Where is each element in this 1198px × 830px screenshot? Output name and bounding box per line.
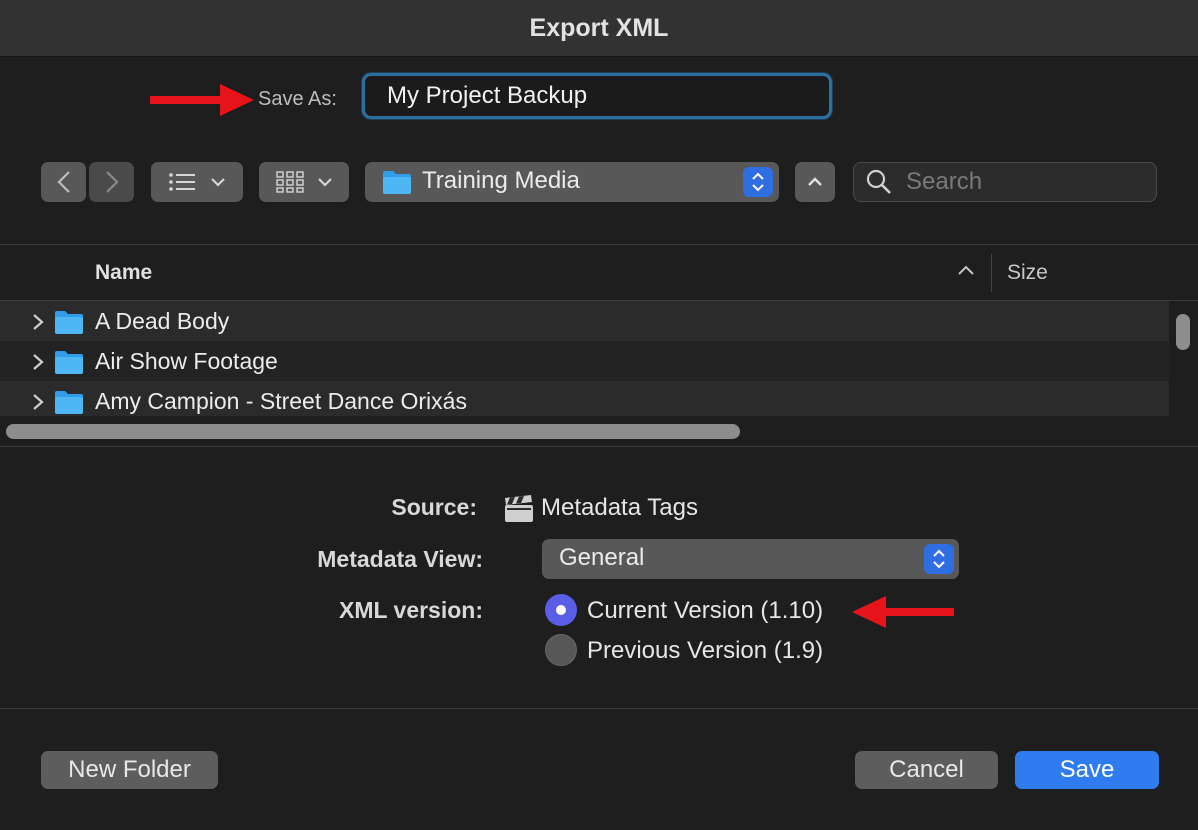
clapperboard-icon	[505, 495, 533, 522]
list-item[interactable]: Amy Campion - Street Dance Orixás	[0, 381, 1169, 416]
forward-button[interactable]	[89, 162, 134, 202]
list-item[interactable]: A Dead Body	[0, 301, 1169, 341]
new-folder-button[interactable]: New Folder	[41, 751, 218, 789]
location-label: Training Media	[422, 167, 580, 194]
up-down-chevron-icon	[933, 549, 945, 569]
up-down-chevron-icon	[752, 172, 764, 192]
list-item-label: A Dead Body	[95, 308, 230, 334]
file-list: A Dead Body Air Show Footage Amy Campion…	[0, 301, 1169, 416]
column-header-size[interactable]: Size	[1007, 261, 1048, 285]
file-list-header: Name Size	[0, 246, 1198, 300]
source-label: Source:	[391, 494, 477, 520]
save-as-value: My Project Backup	[387, 82, 588, 109]
chevron-down-icon	[318, 178, 332, 187]
column-header-name[interactable]: Name	[95, 261, 152, 285]
save-as-label: Save As:	[258, 88, 337, 110]
vertical-scrollbar[interactable]	[1176, 314, 1190, 350]
grid-view-button[interactable]	[259, 162, 349, 202]
location-popup[interactable]: Training Media	[365, 162, 779, 202]
list-icon	[169, 173, 195, 191]
list-item-label: Air Show Footage	[95, 348, 278, 374]
list-item[interactable]: Air Show Footage	[0, 341, 1169, 381]
disclosure-triangle-icon[interactable]	[32, 353, 44, 371]
radio-previous-version-label[interactable]: Previous Version (1.9)	[587, 637, 823, 665]
folder-icon	[55, 311, 83, 334]
source-value: Metadata Tags	[541, 494, 698, 521]
window-title: Export XML	[529, 13, 669, 42]
xml-version-label: XML version:	[339, 597, 483, 623]
folder-icon	[383, 171, 411, 194]
chevron-right-icon	[105, 171, 119, 193]
column-separator	[991, 254, 992, 292]
back-button[interactable]	[41, 162, 86, 202]
radio-current-version[interactable]	[545, 594, 577, 626]
cancel-button[interactable]: Cancel	[855, 751, 998, 789]
metadata-view-value: General	[559, 544, 645, 571]
location-stepper[interactable]	[743, 167, 773, 197]
radio-current-version-label[interactable]: Current Version (1.10)	[587, 597, 823, 625]
folder-icon	[55, 351, 83, 374]
chevron-left-icon	[56, 171, 70, 193]
grid-icon	[276, 171, 304, 193]
search-icon	[866, 169, 891, 194]
metadata-view-stepper[interactable]	[924, 544, 954, 574]
divider	[0, 708, 1198, 709]
save-as-input[interactable]: My Project Backup	[362, 73, 832, 119]
list-view-button[interactable]	[151, 162, 243, 202]
chevron-down-icon	[211, 178, 225, 187]
save-button[interactable]: Save	[1015, 751, 1159, 789]
title-bar: Export XML	[0, 0, 1198, 57]
disclosure-triangle-icon[interactable]	[32, 313, 44, 331]
parent-folder-button[interactable]	[795, 162, 835, 202]
radio-previous-version[interactable]	[545, 634, 577, 666]
chevron-up-icon	[808, 177, 822, 186]
search-placeholder: Search	[906, 168, 983, 195]
folder-icon	[55, 391, 83, 414]
search-field[interactable]: Search	[853, 162, 1157, 202]
divider	[0, 244, 1198, 245]
annotation-arrow-icon	[852, 596, 954, 628]
metadata-view-label: Metadata View:	[317, 546, 483, 572]
list-item-label: Amy Campion - Street Dance Orixás	[95, 388, 467, 414]
sort-ascending-icon	[958, 265, 974, 275]
disclosure-triangle-icon[interactable]	[32, 393, 44, 411]
horizontal-scrollbar[interactable]	[6, 424, 740, 439]
annotation-arrow-icon	[150, 84, 254, 116]
metadata-view-popup[interactable]: General	[542, 539, 959, 579]
divider	[0, 446, 1198, 447]
